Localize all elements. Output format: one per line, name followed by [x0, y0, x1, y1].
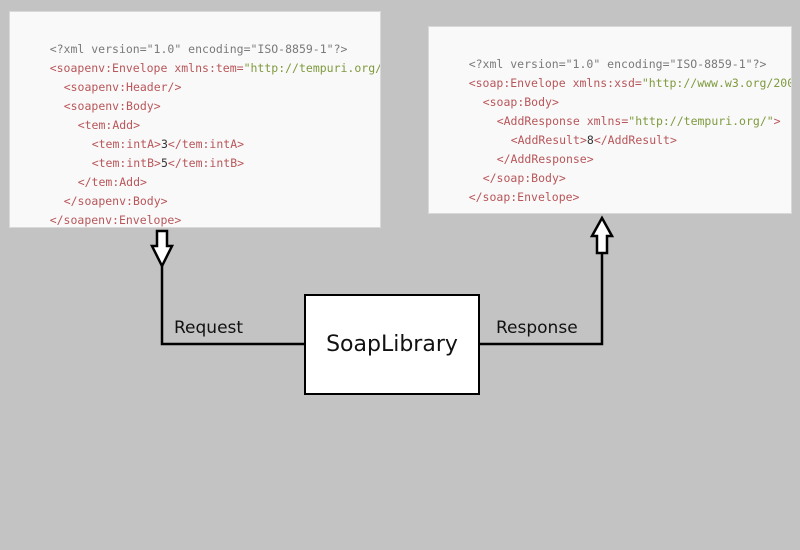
- response-up-arrow-icon: [589, 215, 615, 255]
- soap-library-box: SoapLibrary: [304, 294, 480, 395]
- soap-library-label: SoapLibrary: [326, 332, 458, 357]
- request-down-arrow-icon: [149, 229, 175, 269]
- connector-layer: [149, 215, 615, 346]
- response-label: Response: [496, 318, 578, 338]
- request-label: Request: [174, 318, 244, 338]
